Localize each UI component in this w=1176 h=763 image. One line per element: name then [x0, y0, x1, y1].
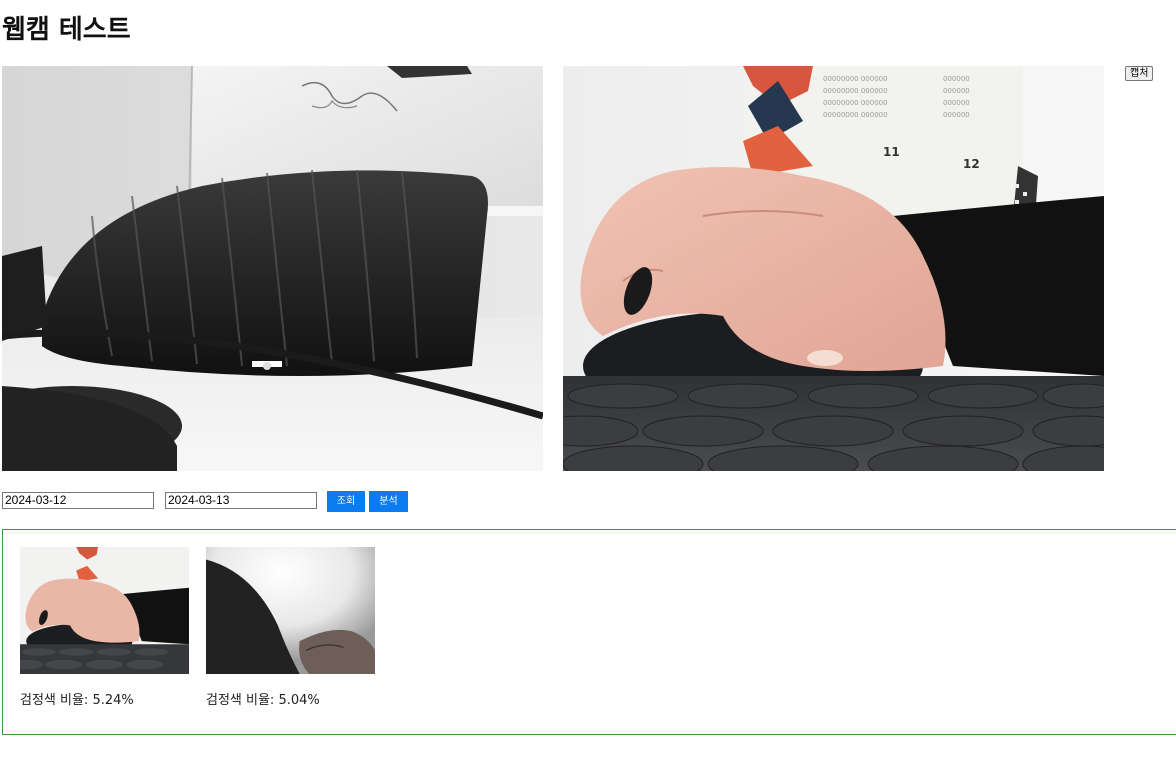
svg-text:000000: 000000 — [943, 99, 970, 107]
svg-text:000000: 000000 — [943, 111, 970, 119]
svg-text:11: 11 — [883, 145, 900, 159]
query-button[interactable]: 조회 — [327, 491, 365, 512]
svg-text:12: 12 — [963, 157, 980, 171]
result-card: 검정색 비율: 5.24% — [20, 547, 189, 708]
webcam-feed-2: 00000000 000000 00000000 000000 00000000… — [563, 66, 1104, 471]
svg-text:00000000 000000: 00000000 000000 — [823, 87, 888, 95]
end-date-input[interactable] — [165, 492, 317, 509]
result-card: 검정색 비율: 5.04% — [206, 547, 375, 708]
analyze-button[interactable]: 분석 — [369, 491, 408, 512]
svg-text:00000000 000000: 00000000 000000 — [823, 75, 888, 83]
results-panel: 검정색 비율: 5.24% 검정색 비율: 5.04% — [2, 529, 1176, 735]
black-ratio-label: 검정색 비율: 5.04% — [206, 693, 320, 708]
result-thumbnail — [206, 547, 375, 674]
page-title: 웹캠 테스트 — [2, 15, 131, 45]
result-thumbnail — [20, 547, 189, 674]
svg-text:00000000 000000: 00000000 000000 — [823, 99, 888, 107]
capture-button[interactable]: 캡처 — [1125, 66, 1154, 81]
start-date-input[interactable] — [2, 492, 154, 509]
svg-text:00000000 000000: 00000000 000000 — [823, 111, 888, 119]
webcam-test-page: 웹캠 테스트 00000000 000000 00000000 000000 0… — [0, 0, 1176, 763]
webcam-feed-1 — [2, 66, 543, 471]
svg-text:000000: 000000 — [943, 87, 970, 95]
svg-text:000000: 000000 — [943, 75, 970, 83]
black-ratio-label: 검정색 비율: 5.24% — [20, 693, 134, 708]
